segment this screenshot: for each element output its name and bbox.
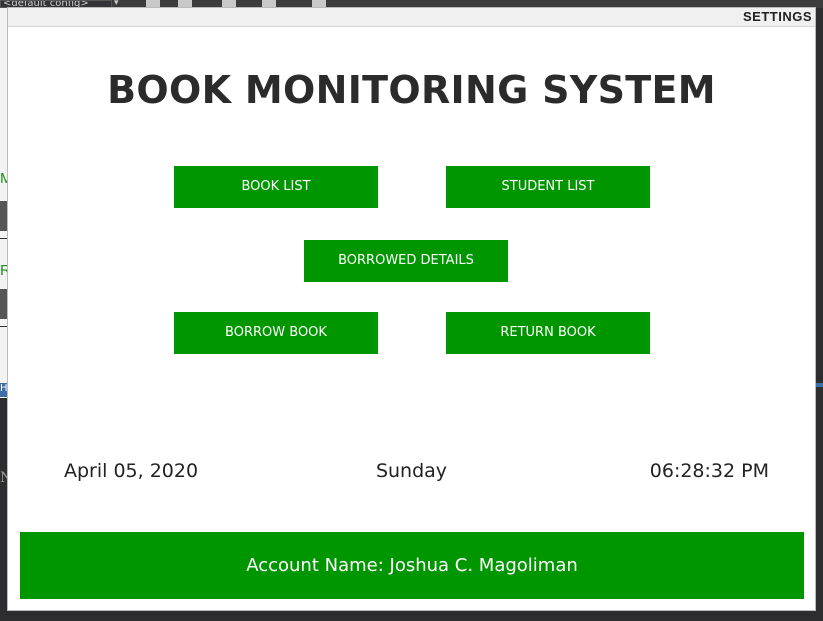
account-name-label: Account Name: Joshua C. Magoliman [246,555,578,576]
main-window: SETTINGS BOOK MONITORING SYSTEM BOOK LIS… [8,8,815,610]
play-icon[interactable] [222,0,236,7]
account-banner: Account Name: Joshua C. Magoliman [20,532,804,599]
borrow-book-button[interactable]: BORROW BOOK [174,312,378,354]
background-tab [815,383,823,387]
title-bar: SETTINGS [8,8,815,27]
background-editor: N [0,398,12,621]
page-title: BOOK MONITORING SYSTEM [107,68,716,112]
student-list-button[interactable]: STUDENT LIST [446,166,650,208]
tool-icon[interactable] [178,0,192,7]
time-label: 06:28:32 PM [649,460,769,482]
tool-icon[interactable] [262,0,276,7]
background-field [0,201,8,231]
chevron-down-icon[interactable]: ▾ [114,0,126,8]
settings-menu[interactable]: SETTINGS [743,8,812,26]
background-field [0,289,8,319]
book-list-button[interactable]: BOOK LIST [174,166,378,208]
config-combo[interactable]: <default config> [0,0,112,8]
divider [0,326,8,327]
background-tab: H [0,383,8,397]
tool-icon[interactable] [312,0,326,7]
tool-icon[interactable] [146,0,160,7]
return-book-button[interactable]: RETURN BOOK [446,312,650,354]
divider [0,238,8,239]
borrowed-details-button[interactable]: BORROWED DETAILS [304,240,508,282]
